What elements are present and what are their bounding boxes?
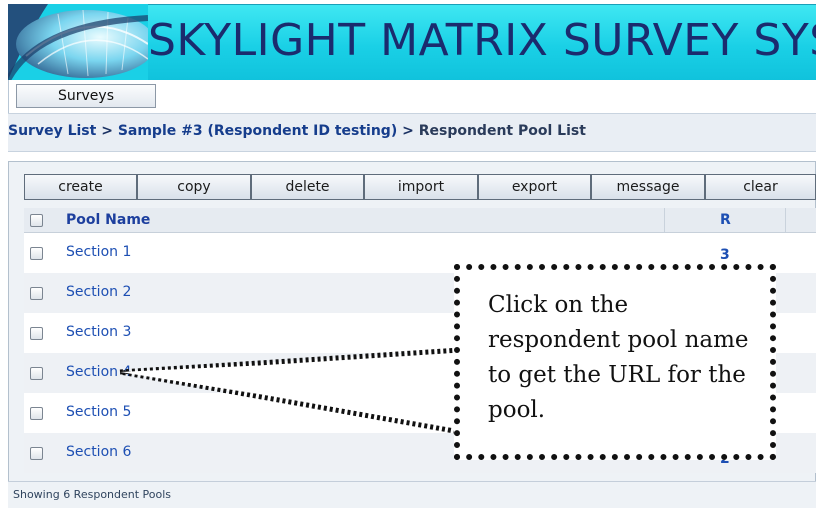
status-bar: Showing 6 Respondent Pools	[8, 481, 816, 508]
app-title: SKYLIGHT MATRIX SURVEY SYST	[148, 15, 816, 66]
row-checkbox[interactable]	[30, 327, 43, 340]
row-checkbox[interactable]	[30, 407, 43, 420]
breadcrumb-survey-list[interactable]: Survey List	[8, 123, 96, 139]
pool-name-link[interactable]: Section 1	[66, 244, 131, 260]
row-checkbox[interactable]	[30, 447, 43, 460]
column-divider	[785, 208, 786, 232]
callout-text: Click on the respondent pool name to get…	[488, 292, 749, 423]
clear-button[interactable]: clear	[705, 174, 816, 200]
annotation-callout: Click on the respondent pool name to get…	[454, 264, 776, 460]
delete-button[interactable]: delete	[251, 174, 364, 200]
app-window: SKYLIGHT MATRIX SURVEY SYST Surveys Surv…	[0, 0, 816, 508]
column-header-r[interactable]: R	[720, 212, 731, 228]
row-checkbox[interactable]	[30, 287, 43, 300]
pool-name-link[interactable]: Section 5	[66, 404, 131, 420]
skylight-logo-icon	[8, 4, 148, 80]
select-all-checkbox[interactable]	[30, 214, 43, 227]
pool-name-link[interactable]: Section 4	[66, 364, 131, 380]
menu-bar: Surveys	[8, 80, 816, 113]
message-button[interactable]: message	[591, 174, 705, 200]
import-button[interactable]: import	[364, 174, 478, 200]
breadcrumb-bar: Survey List > Sample #3 (Respondent ID t…	[8, 113, 816, 152]
pool-name-link[interactable]: Section 3	[66, 324, 131, 340]
row-checkbox[interactable]	[30, 247, 43, 260]
respondent-count: 3	[720, 247, 730, 263]
row-checkbox[interactable]	[30, 367, 43, 380]
column-divider	[664, 208, 665, 232]
table-header-row: Pool Name R	[24, 208, 816, 233]
breadcrumb-sample[interactable]: Sample #3 (Respondent ID testing)	[118, 123, 397, 139]
breadcrumb-separator: >	[101, 123, 118, 139]
column-header-pool-name[interactable]: Pool Name	[66, 212, 150, 228]
copy-button[interactable]: copy	[137, 174, 251, 200]
export-button[interactable]: export	[478, 174, 591, 200]
breadcrumb-current: Respondent Pool List	[418, 123, 586, 139]
status-text: Showing 6 Respondent Pools	[13, 488, 172, 501]
pool-name-link[interactable]: Section 6	[66, 444, 131, 460]
toolbar: create copy delete import export message…	[24, 174, 816, 200]
create-button[interactable]: create	[24, 174, 137, 200]
breadcrumb-separator: >	[402, 123, 419, 139]
pool-name-link[interactable]: Section 2	[66, 284, 131, 300]
breadcrumb: Survey List > Sample #3 (Respondent ID t…	[8, 123, 586, 139]
surveys-button[interactable]: Surveys	[16, 84, 156, 108]
